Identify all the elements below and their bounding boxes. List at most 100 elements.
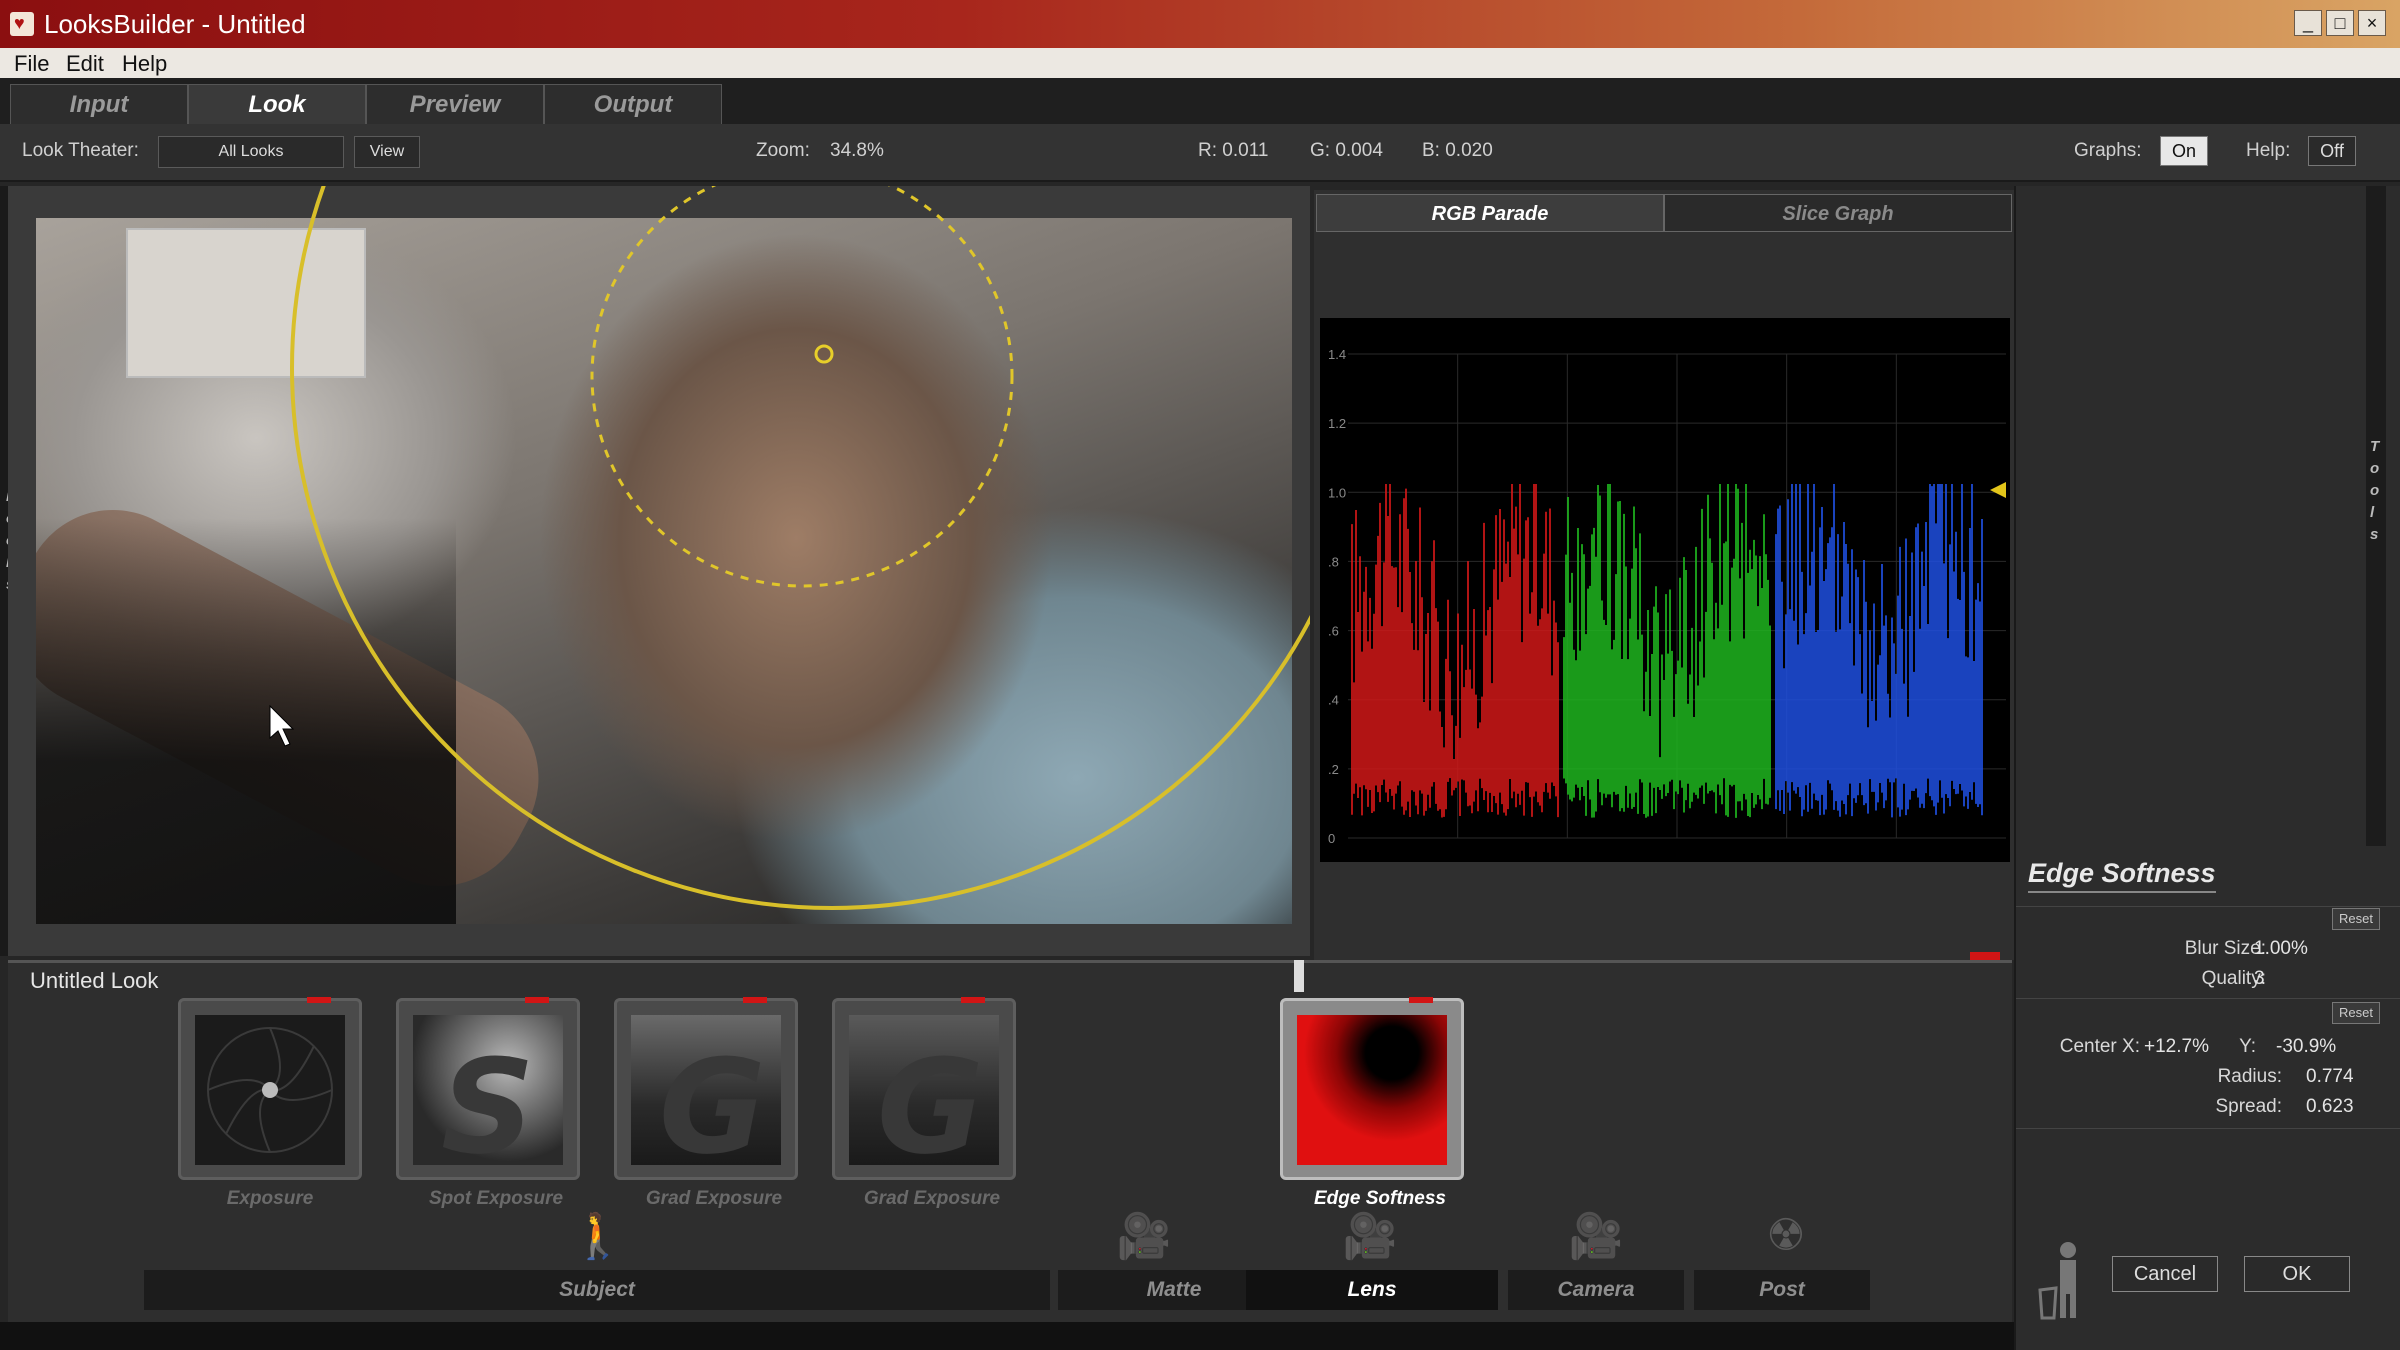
category-post[interactable]: Post xyxy=(1694,1270,1870,1310)
tool-thumb-grad-exposure-1[interactable]: G xyxy=(614,997,798,1180)
green-readout: G: 0.004 xyxy=(1310,140,1383,161)
tab-output[interactable]: Output xyxy=(544,84,722,124)
timeline-playhead[interactable] xyxy=(1294,960,1304,992)
bottom-bar xyxy=(0,1322,2014,1350)
tool-thumb-grad-exposure-2[interactable]: G xyxy=(832,997,1016,1180)
tool-label-edge-softness: Edge Softness xyxy=(1314,1188,1446,1209)
graphs-label: Graphs: xyxy=(2074,140,2142,161)
reset-lens-button[interactable]: Reset xyxy=(2332,1002,2380,1024)
y-tick-label: 0 xyxy=(1328,831,1335,846)
cancel-button[interactable]: Cancel xyxy=(2112,1256,2218,1292)
rgb-parade-graph: 1.4 1.2 1.0 .8 .6 .4 .2 0 xyxy=(1320,318,2010,862)
bypass-indicator[interactable] xyxy=(961,997,985,1003)
tool-label-grad-exposure-1: Grad Exposure xyxy=(645,1188,783,1209)
ok-button[interactable]: OK xyxy=(2244,1256,2350,1292)
spot-letter-glyph: S xyxy=(441,1031,535,1165)
tool-panel-title: Edge Softness xyxy=(2028,858,2216,893)
maximize-icon[interactable]: □ xyxy=(2326,10,2354,36)
foreground-shadow xyxy=(36,518,456,924)
tab-input[interactable]: Input xyxy=(10,84,188,124)
reset-blur-button[interactable]: Reset xyxy=(2332,908,2380,930)
quality-label: Quality: xyxy=(2201,968,2266,989)
spread-label: Spread: xyxy=(2215,1096,2282,1117)
tools-side-tab[interactable]: Tools xyxy=(2366,186,2386,846)
blue-channel-waveform xyxy=(1775,484,1983,818)
zoom-label: Zoom: xyxy=(756,140,810,161)
grad-exposure-thumbnail: G xyxy=(849,1015,999,1165)
y-tick-label: .6 xyxy=(1328,624,1339,639)
bypass-indicator[interactable] xyxy=(743,997,767,1003)
tab-rgb-parade[interactable]: RGB Parade xyxy=(1316,194,1664,232)
parade-y-ticks: 1.4 1.2 1.0 .8 .6 .4 .2 0 xyxy=(1328,347,1346,846)
tools-side-tab-label: Tools xyxy=(2370,438,2380,543)
help-label: Help: xyxy=(2246,140,2291,161)
tool-label-spot-exposure: Spot Exposure xyxy=(428,1188,564,1209)
wall-picture xyxy=(126,228,366,378)
tool-label-grad-exposure-2: Grad Exposure xyxy=(863,1188,1001,1209)
tool-thumb-edge-softness[interactable] xyxy=(1280,997,1464,1180)
y-tick-label: 1.2 xyxy=(1328,416,1346,431)
center-x-value[interactable]: +12.7% xyxy=(2144,1036,2209,1058)
red-channel-waveform xyxy=(1351,484,1559,818)
menu-help[interactable]: Help xyxy=(122,51,167,77)
grad-letter-glyph: G xyxy=(659,1031,766,1165)
red-readout: R: 0.011 xyxy=(1198,140,1269,161)
category-camera[interactable]: Camera xyxy=(1508,1270,1684,1310)
help-toggle[interactable]: Off xyxy=(2308,136,2356,166)
edge-softness-thumbnail xyxy=(1297,1015,1447,1165)
post-radiation-icon: ☢ xyxy=(1766,1211,1806,1260)
matte-camera-icon: 🎥 xyxy=(1116,1212,1172,1261)
white-level-marker-icon[interactable] xyxy=(1990,482,2006,498)
blur-size-value[interactable]: 1.00% xyxy=(2254,938,2308,960)
menu-file[interactable]: File xyxy=(14,51,49,77)
center-y-label: Y: xyxy=(2239,1036,2256,1057)
grad-exposure-thumbnail: G xyxy=(631,1015,781,1165)
y-tick-label: .2 xyxy=(1328,762,1339,777)
app-icon xyxy=(10,12,34,36)
look-theater-select[interactable]: All Looks xyxy=(158,136,344,168)
y-tick-label: 1.0 xyxy=(1328,485,1346,500)
divider xyxy=(2016,1128,2400,1129)
menu-bar: File Edit Help xyxy=(0,48,2400,78)
category-lens[interactable]: Lens xyxy=(1246,1270,1498,1310)
tool-thumb-spot-exposure[interactable]: S xyxy=(396,997,580,1180)
category-subject[interactable]: Subject xyxy=(144,1270,1050,1310)
title-bar: LooksBuilder - Untitled _ □ × xyxy=(0,0,2400,48)
spot-exposure-thumbnail: S xyxy=(413,1015,563,1165)
spread-value[interactable]: 0.623 xyxy=(2306,1096,2354,1118)
tab-look[interactable]: Look xyxy=(188,84,366,124)
y-tick-label: .4 xyxy=(1328,693,1339,708)
timeline-end-marker[interactable] xyxy=(1970,952,2000,960)
bypass-indicator[interactable] xyxy=(1409,997,1433,1003)
close-icon[interactable]: × xyxy=(2358,10,2386,36)
menu-edit[interactable]: Edit xyxy=(66,51,104,77)
trash-person-icon[interactable] xyxy=(2034,1240,2090,1320)
radius-label: Radius: xyxy=(2217,1066,2282,1087)
subject-person-icon: 🚶 xyxy=(570,1212,626,1261)
tab-slice-graph[interactable]: Slice Graph xyxy=(1664,194,2012,232)
looksbuilder-window: LooksBuilder - Untitled _ □ × File Edit … xyxy=(0,0,2400,1350)
quality-value[interactable]: 3 xyxy=(2254,968,2265,990)
viewer-toolbar: Look Theater: All Looks View Zoom: 34.8%… xyxy=(0,124,2400,182)
look-theater-label: Look Theater: xyxy=(22,140,139,161)
bypass-indicator[interactable] xyxy=(525,997,549,1003)
divider xyxy=(2016,906,2400,907)
divider xyxy=(2016,998,2400,999)
center-y-value[interactable]: -30.9% xyxy=(2276,1036,2336,1058)
center-x-label: Center X: xyxy=(2059,1036,2140,1057)
blur-size-label: Blur Size: xyxy=(2184,938,2266,959)
zoom-value: 34.8% xyxy=(830,140,884,161)
radius-value[interactable]: 0.774 xyxy=(2306,1066,2354,1088)
tool-thumb-exposure[interactable] xyxy=(178,997,362,1180)
blue-readout: B: 0.020 xyxy=(1422,140,1493,161)
y-tick-label: .8 xyxy=(1328,554,1339,569)
tab-preview[interactable]: Preview xyxy=(366,84,544,124)
video-frame[interactable] xyxy=(36,218,1292,924)
graphs-toggle[interactable]: On xyxy=(2160,136,2208,166)
minimize-icon[interactable]: _ xyxy=(2294,10,2322,36)
lens-camera-icon: 🎥 xyxy=(1342,1212,1398,1261)
look-title: Untitled Look xyxy=(30,968,159,993)
bypass-indicator[interactable] xyxy=(307,997,331,1003)
grad-letter-glyph: G xyxy=(877,1031,984,1165)
view-button[interactable]: View xyxy=(354,136,420,168)
